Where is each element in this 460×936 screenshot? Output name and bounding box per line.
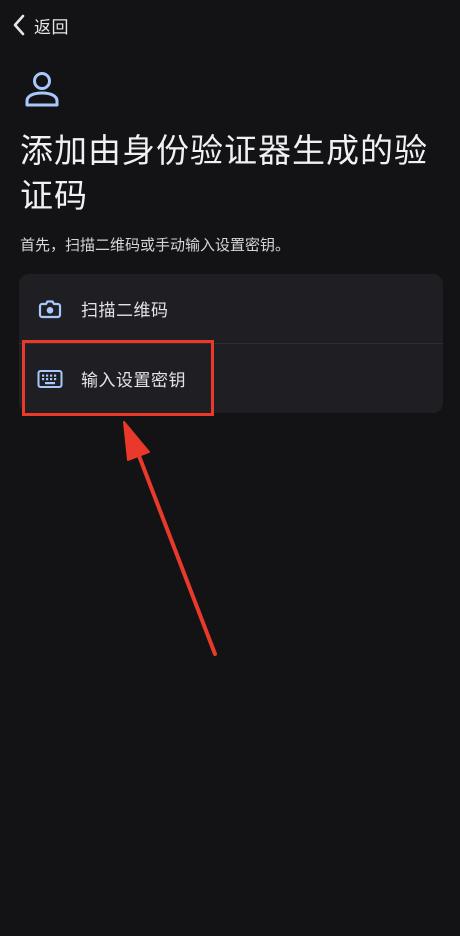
enter-setup-key-option[interactable]: 输入设置密钥 — [19, 343, 443, 413]
scan-qr-code-option[interactable]: 扫描二维码 — [19, 274, 443, 343]
back-label: 返回 — [34, 17, 69, 38]
setup-options-list: 扫描二维码 输入设置密钥 — [19, 274, 443, 413]
scan-qr-code-label: 扫描二维码 — [81, 301, 169, 321]
camera-icon — [37, 296, 63, 322]
page-subtitle: 首先，扫描二维码或手动输入设置密钥。 — [20, 236, 291, 254]
back-button[interactable]: 返回 — [10, 10, 69, 40]
person-icon — [22, 70, 62, 110]
chevron-left-icon — [10, 10, 28, 40]
enter-setup-key-label: 输入设置密钥 — [81, 371, 186, 391]
page-title: 添加由身份验证器生成的验证码 — [20, 131, 428, 215]
keyboard-icon — [37, 366, 63, 392]
